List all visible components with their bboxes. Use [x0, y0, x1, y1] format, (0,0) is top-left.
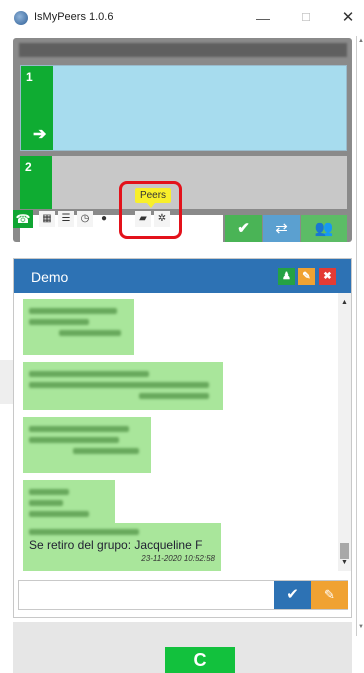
message-text: Se retiro del grupo: Jacqueline F [29, 538, 203, 552]
scroll-down-icon[interactable]: ▼ [341, 559, 348, 566]
add-user-icon[interactable]: ♟ [278, 268, 295, 285]
account-header-redacted [19, 43, 347, 57]
outer-scroll-up-icon[interactable]: ▲ [358, 38, 364, 44]
maximize-button[interactable]: ☐ [295, 8, 317, 28]
close-chat-icon[interactable]: ✖ [319, 268, 336, 285]
outer-scroll-down-icon[interactable]: ▼ [358, 624, 364, 630]
line-1-slot[interactable]: 1 ➔ [20, 65, 347, 151]
message-list[interactable]: Se retiro del grupo: Jacqueline F 23-11-… [14, 293, 338, 571]
line-2-slot[interactable]: 2 [20, 156, 347, 209]
chat-header: Demo ♟ ✎ ✖ [14, 259, 351, 293]
window-title: IsMyPeers 1.0.6 [34, 11, 114, 23]
peers-tooltip: Peers [135, 188, 171, 208]
outer-scrollbar[interactable]: ▲ ▼ [356, 36, 364, 636]
record-dot-icon[interactable]: ● [96, 211, 112, 227]
users-icon[interactable]: 👥 [301, 215, 347, 242]
grid-icon[interactable]: ▦ [39, 211, 55, 227]
send-button[interactable]: ✔ [274, 581, 311, 609]
arrow-right-icon: ➔ [33, 126, 47, 143]
message-timestamp: 23-11-2020 10:52:58 [141, 554, 215, 563]
transfer-button[interactable]: ⇄ [263, 215, 300, 242]
left-edge-strip [0, 360, 13, 404]
chat-panel: Demo ♟ ✎ ✖ Se retiro del grupo: Jacqueli… [13, 258, 352, 618]
history-clock-icon[interactable]: ◷ [77, 211, 93, 227]
message-bubble [23, 362, 223, 410]
refresh-button[interactable]: C [165, 647, 235, 673]
message-input[interactable] [19, 581, 274, 609]
toolbar: ☎ ▦ ☰ ◷ ● ▰ ✲ [13, 209, 213, 233]
close-window-button[interactable]: ✕ [337, 8, 359, 28]
edit-eraser-icon[interactable]: ✎ [298, 268, 315, 285]
message-bubble [23, 299, 134, 355]
line-2-badge: 2 [20, 156, 52, 209]
line-1-badge: 1 ➔ [21, 66, 53, 150]
minimize-button[interactable]: — [252, 8, 274, 28]
line-2-number: 2 [25, 160, 32, 174]
app-globe-icon [14, 11, 28, 25]
title-bar: IsMyPeers 1.0.6 — ☐ ✕ [0, 0, 364, 36]
line-1-number: 1 [26, 70, 33, 84]
scroll-up-icon[interactable]: ▲ [341, 299, 348, 306]
list-icon[interactable]: ☰ [58, 211, 74, 227]
scroll-thumb[interactable] [340, 543, 349, 559]
phone-icon[interactable]: ☎ [13, 210, 33, 228]
last-message-bubble: Se retiro del grupo: Jacqueline F 23-11-… [23, 523, 221, 571]
clear-eraser-button[interactable]: ✎ [311, 581, 348, 609]
compose-bar: ✔ ✎ [18, 580, 348, 610]
call-button[interactable]: ✔ [225, 215, 262, 242]
chat-title: Demo [31, 269, 69, 285]
message-scrollbar[interactable]: ▲ ▼ [338, 293, 351, 571]
footer: C [13, 622, 352, 673]
message-bubble [23, 417, 151, 473]
